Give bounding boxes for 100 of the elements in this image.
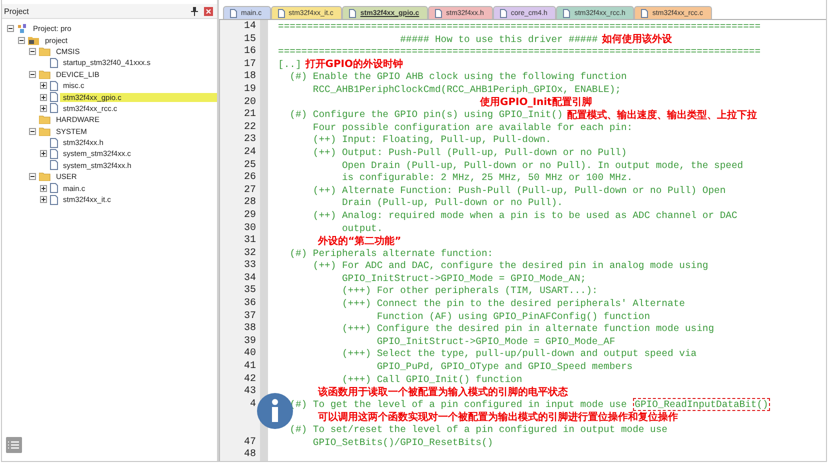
collapse-toggle[interactable] xyxy=(29,128,37,135)
code-line: (+++) Connect the pin to the desired peripherals' Alternate xyxy=(340,298,685,310)
code-line: =================================================================================== xyxy=(278,21,761,32)
folder-icon xyxy=(39,70,51,79)
expand-toggle[interactable] xyxy=(40,150,48,158)
list-icon[interactable] xyxy=(6,437,22,453)
folder-icon xyxy=(28,36,40,45)
line-number: 34 xyxy=(244,272,256,284)
line-number: 30 xyxy=(244,222,256,234)
expand-toggle[interactable] xyxy=(40,104,48,112)
line-number: 23 xyxy=(244,134,256,146)
line-number: 26 xyxy=(244,172,256,184)
annotation: 该函数用于读取一个被配置为输入模式的引脚的电平状态 xyxy=(318,386,568,399)
collapse-toggle[interactable] xyxy=(7,25,15,32)
annotation: 外设的“第二功能” xyxy=(318,234,402,248)
folder-icon xyxy=(39,46,51,56)
folder-icon xyxy=(39,172,51,182)
panel-title: Project xyxy=(4,6,30,16)
line-number: 18 xyxy=(244,71,256,82)
code-line: Function (AF) using GPIO_PinAFConfig() function xyxy=(376,310,650,322)
folder-icon xyxy=(39,115,51,124)
line-number: 37 xyxy=(244,310,256,322)
line-number: 27 xyxy=(244,184,256,196)
line-number: 38 xyxy=(244,323,256,334)
line-number: 20 xyxy=(244,96,256,108)
collapse-toggle[interactable] xyxy=(29,48,37,55)
line-number: 22 xyxy=(244,122,256,133)
code-line: Four possible configuration are available for each pin: xyxy=(312,122,633,133)
file-icon xyxy=(500,8,507,18)
line-number: 40 xyxy=(244,348,256,360)
code-line: (++) For ADC and DAC, configure the desired pin in analog mode using xyxy=(312,260,708,272)
line-number: 47 xyxy=(244,436,256,448)
code-line: Drain (Pull-up, Pull-down or no Pull). xyxy=(340,197,563,208)
expand-toggle[interactable] xyxy=(40,94,48,101)
code-line: Open Drain (Pull-up, Pull-down or no Pull). In output mode, the speed xyxy=(340,160,744,171)
expand-toggle[interactable] xyxy=(40,184,48,192)
collapse-toggle[interactable] xyxy=(18,36,26,44)
file-icon xyxy=(349,8,356,18)
file-icon xyxy=(435,8,442,18)
code-line: GPIO_InitStruct->GPIO_Mode = GPIO_Mode_AN; xyxy=(340,272,586,284)
code-line: (#) To set/reset the level of a pin configured in output mode use xyxy=(288,424,668,436)
expand-toggle[interactable] xyxy=(40,82,48,90)
line-number: 35 xyxy=(244,285,256,296)
line-number: 33 xyxy=(244,260,256,272)
line-number: 31 xyxy=(244,235,256,246)
code-line: (+++) Call GPIO_Init() function xyxy=(340,374,522,385)
code-line: (++) Alternate Function: Push-Pull (Pull-up, Pull-down or no Pull) Open xyxy=(312,184,726,196)
code-line: (#) Peripherals alternate function: xyxy=(288,248,494,259)
code-line: RCC_AHB1PeriphClockCmd(RCC_AHB1Periph_GPIOx, ENABLE); xyxy=(312,84,621,95)
line-number: 32 xyxy=(244,248,256,259)
collapse-toggle[interactable] xyxy=(29,173,37,180)
code-line: (++) Output: Push-Pull (Pull-up, Pull-down or no Pull) xyxy=(312,146,627,158)
line-number: 48 xyxy=(244,449,256,460)
line-number: 42 xyxy=(244,374,256,385)
file-icon xyxy=(563,8,570,18)
code-line: (+++) Configure the desired pin in alternate function mode using xyxy=(340,323,714,334)
line-number: 24 xyxy=(244,146,256,158)
line-number: 15 xyxy=(244,34,256,45)
code-line: =================================================================================== xyxy=(278,46,761,58)
code-line: (#) Configure the GPIO pin(s) using GPIO_Init() xyxy=(288,109,563,120)
code-line: GPIO_PuPd, GPIO_OType and GPIO_Speed members xyxy=(376,361,633,372)
code-line: output. xyxy=(340,222,383,234)
line-number: 21 xyxy=(244,109,256,120)
file-icon xyxy=(641,8,648,18)
line-number: 43 xyxy=(244,386,256,398)
line-number: 28 xyxy=(244,197,256,208)
code-line: GPIO_SetBits()/GPIO_ResetBits() xyxy=(312,436,494,448)
code-line: (#) To get the level of a pin configured in input mode use xyxy=(288,398,628,410)
annotation: 可以调用这两个函数实现对一个被配置为输出模式的引脚进行置位操作和复位操作 xyxy=(318,410,678,424)
close-icon[interactable] xyxy=(204,6,213,16)
folder-icon xyxy=(39,126,51,136)
annotation: 打开GPIO的外设时钟 xyxy=(305,58,404,72)
annotation: 使用GPIO_Init配置引脚 xyxy=(480,96,592,110)
code-line: (+++) Select the type, pull-up/pull-down and output speed via xyxy=(340,348,697,360)
code-line: [..] xyxy=(278,58,302,70)
function-name: GPIO_ReadInputDataBit() xyxy=(632,398,770,411)
line-number: 19 xyxy=(244,84,256,95)
line-number: 41 xyxy=(244,361,256,372)
line-number: 39 xyxy=(244,336,256,347)
pin-icon[interactable] xyxy=(191,6,198,16)
annotation: 如何使用该外设 xyxy=(602,32,672,46)
file-icon xyxy=(50,58,58,68)
line-number: 36 xyxy=(244,298,256,310)
annotation: 配置模式、输出速度、输出类型、上拉下拉 xyxy=(566,108,757,122)
code-line: (++) Input: Floating, Pull-up, Pull-down. xyxy=(312,134,552,146)
code-line: (#) Enable the GPIO AHB clock using the following function xyxy=(288,71,627,82)
line-number: 16 xyxy=(244,46,256,58)
code-line: ##### How to use this driver ##### xyxy=(399,34,598,45)
line-number: 25 xyxy=(244,160,256,171)
line-number: 14 xyxy=(244,21,256,32)
collapse-toggle[interactable] xyxy=(29,70,37,78)
info-icon[interactable] xyxy=(257,393,293,430)
code-line: (+++) For other peripherals (TIM, USART...): xyxy=(340,285,598,296)
code-line: is configurable: 2 MHz, 25 MHz, 50 MHz or 100 MHz. xyxy=(340,172,633,184)
line-number: 29 xyxy=(244,210,256,221)
code-line: GPIO_InitStruct->GPIO_Mode = GPIO_Mode_AF xyxy=(376,336,616,347)
line-number: 17 xyxy=(244,58,256,70)
file-icon xyxy=(230,8,237,18)
expand-toggle[interactable] xyxy=(40,196,48,204)
line-number: 4 xyxy=(250,398,256,410)
